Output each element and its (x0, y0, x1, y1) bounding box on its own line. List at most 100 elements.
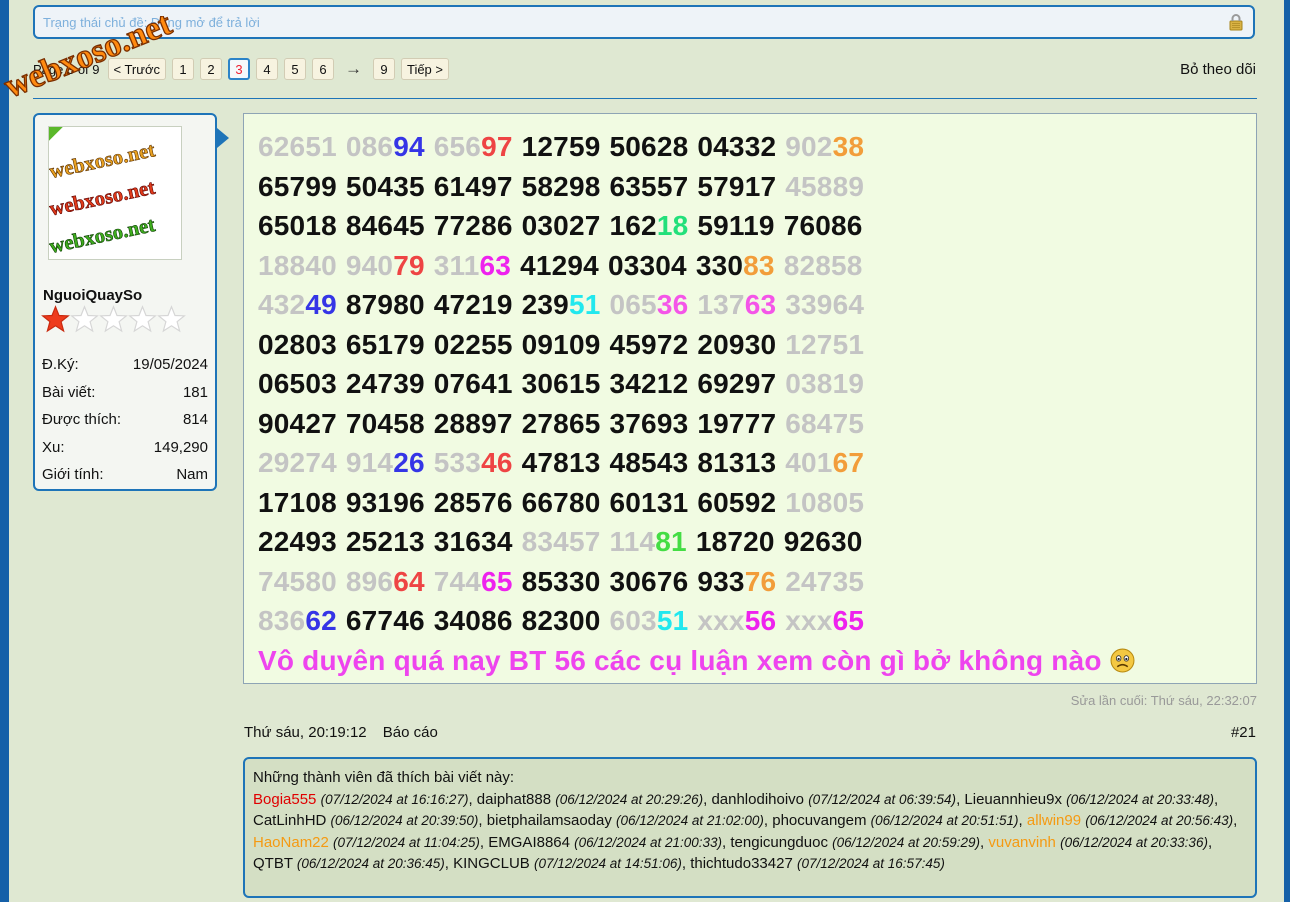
number-segment: 12751 (785, 328, 865, 360)
number-segment: 27865 (521, 407, 601, 439)
number-segment: 02803 (258, 328, 337, 360)
number-group: 45889 (785, 171, 864, 202)
number-group: 22493 (258, 526, 337, 557)
number-segment: 65 (481, 565, 513, 597)
liker-name[interactable]: daiphat888 (477, 791, 551, 808)
number-segment: 30615 (521, 368, 601, 399)
number-segment: 07641 (433, 368, 513, 399)
liker-name[interactable]: Lieuannhieu9x (964, 791, 1062, 808)
number-segment: 744 (433, 565, 482, 597)
number-segment: 25213 (345, 526, 425, 557)
number-segment: xxx (785, 605, 833, 636)
number-segment: 28576 (433, 486, 513, 518)
page-9-button[interactable]: 9 (372, 58, 395, 80)
number-segment: 902 (785, 131, 833, 162)
number-group: 31163 (434, 250, 511, 281)
number-segment: 26 (393, 447, 425, 478)
closing-text: Vô duyên quá nay BT 56 các cụ luận xem c… (258, 644, 1102, 676)
unfollow-link[interactable]: Bỏ theo dõi (1180, 61, 1256, 78)
liker-name[interactable]: vuvanvinh (988, 834, 1056, 851)
number-segment: 18 (656, 210, 689, 241)
number-segment: 03304 (607, 249, 687, 281)
liker-name[interactable]: bietphailamsaoday (487, 812, 612, 829)
number-group: 07641 (434, 368, 513, 399)
number-line: 90427 70458 28897 27865 37693 19777 68475 (258, 404, 1135, 444)
number-segment: 82300 (521, 605, 601, 636)
number-segment: 59119 (697, 210, 775, 241)
number-segment: 74580 (258, 565, 337, 597)
report-link[interactable]: Báo cáo (383, 724, 438, 741)
number-group: 67746 (346, 605, 425, 636)
like-timestamp: (06/12/2024 at 20:39:50) (330, 813, 479, 828)
number-group: 12751 (785, 329, 864, 360)
liker-name[interactable]: Bogia555 (253, 791, 316, 808)
number-group: 66780 (522, 487, 601, 518)
page-6-button[interactable]: 6 (311, 58, 334, 80)
number-group: 19777 (697, 408, 776, 439)
number-segment: 162 (609, 210, 657, 241)
number-segment: 92630 (783, 526, 863, 557)
number-group: 48543 (610, 447, 689, 478)
right-frame-border (1284, 0, 1290, 902)
liker-name[interactable]: tengicungduoc (730, 834, 828, 851)
page-4-button[interactable]: 4 (255, 58, 278, 80)
number-segment: 603 (609, 605, 657, 636)
username[interactable]: NguoiQuaySo (43, 287, 142, 304)
number-group: 70458 (346, 408, 425, 439)
number-segment: 65179 (345, 328, 425, 360)
like-timestamp: (06/12/2024 at 20:29:26) (555, 791, 704, 807)
number-segment: 03027 (521, 210, 601, 241)
post-pointer-arrow (217, 128, 229, 148)
number-group: 65697 (434, 131, 513, 162)
number-line: 62651 08694 65697 12759 50628 04332 90238 (258, 127, 1135, 167)
page-5-button[interactable]: 5 (283, 58, 306, 80)
liker-name[interactable]: danhlodihoivo (711, 791, 804, 808)
star-empty-icon (99, 305, 128, 333)
number-segment: 94 (393, 131, 425, 162)
number-group: 03819 (785, 368, 864, 399)
user-card: webxoso.net webxoso.net webxoso.net Nguo… (33, 113, 217, 491)
number-group: 06503 (258, 368, 337, 399)
number-segment: 49 (305, 289, 337, 320)
avatar[interactable]: webxoso.net webxoso.net webxoso.net (48, 126, 182, 260)
liker-name[interactable]: EMGAI8864 (488, 834, 570, 851)
number-group: 94079 (346, 250, 425, 281)
number-group: 90427 (258, 408, 337, 439)
number-group: 28576 (434, 487, 513, 518)
number-grid: 62651 08694 65697 12759 50628 04332 90238 65799… (258, 127, 1135, 680)
number-segment: 82858 (783, 249, 863, 281)
number-group: 90238 (785, 131, 864, 162)
number-group: 81313 (697, 447, 776, 478)
number-segment: 93196 (345, 486, 425, 518)
post-number-link[interactable]: #21 (1231, 724, 1256, 741)
liker-name[interactable]: CatLinhHD (253, 812, 326, 829)
number-group: 68475 (785, 408, 864, 439)
number-segment: 311 (433, 249, 480, 281)
number-segment: 34212 (609, 368, 689, 399)
number-group: 84645 (346, 210, 425, 241)
number-segment: 29274 (258, 447, 337, 478)
number-group: 17108 (258, 487, 337, 518)
like-timestamp: (06/12/2024 at 20:51:51) (870, 813, 1019, 828)
like-timestamp: (07/12/2024 at 16:16:27) (320, 791, 469, 807)
liker-name[interactable]: QTBT (253, 855, 293, 872)
watermark-logo: webxoso.net (2, 16, 178, 106)
number-group: 18720 (696, 526, 775, 557)
liker-name[interactable]: KINGCLUB (453, 855, 530, 872)
number-group: 02803 (258, 329, 337, 360)
number-segment: 18840 (258, 249, 337, 281)
number-group: 76086 (784, 210, 863, 241)
liker-name[interactable]: HaoNam22 (253, 834, 329, 851)
liker-name[interactable]: phocuvangem (772, 812, 866, 829)
number-group: 31634 (434, 526, 513, 557)
liker-name[interactable]: allwin99 (1027, 812, 1081, 829)
number-segment: 90427 (258, 407, 337, 439)
stat-label: Đ.Ký: (42, 356, 79, 373)
svg-text:webxoso.net: webxoso.net (2, 16, 177, 105)
liker-name[interactable]: thichtudo33427 (690, 855, 793, 872)
number-group: 24739 (346, 368, 425, 399)
number-segment: 83 (743, 249, 775, 281)
post-time[interactable]: Thứ sáu, 20:19:12 (244, 724, 367, 741)
next-page-button[interactable]: Tiếp > (400, 58, 449, 80)
stat-value: 19/05/2024 (132, 356, 208, 373)
